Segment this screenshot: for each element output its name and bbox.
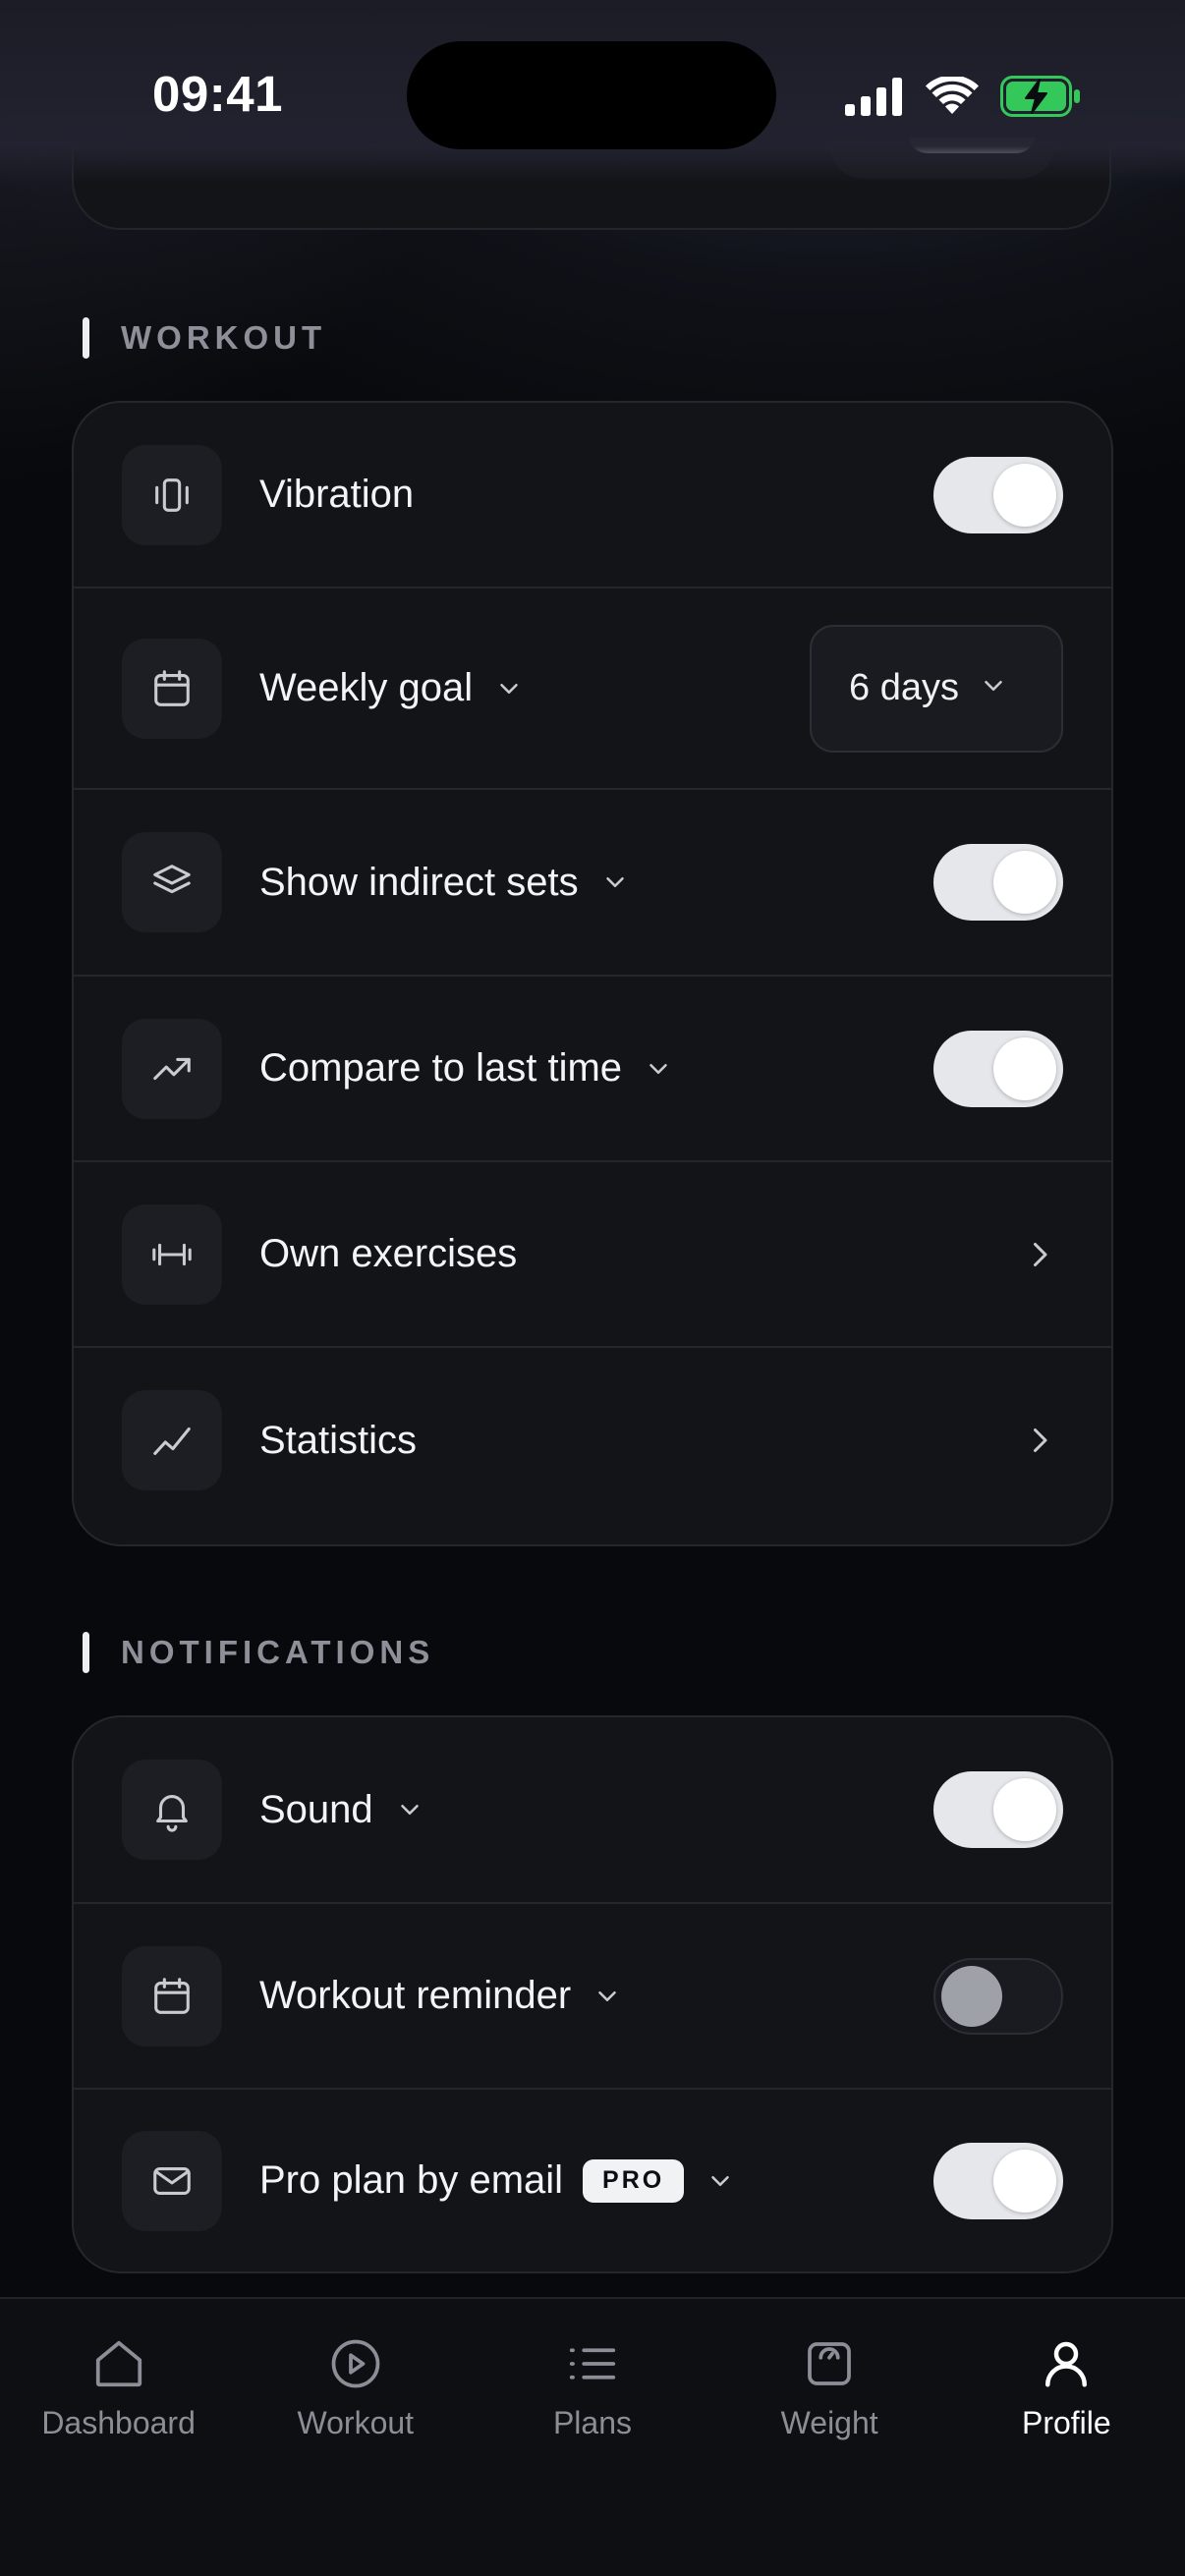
- tab-bar: Dashboard Workout Plans Weight Profile: [0, 2297, 1185, 2576]
- mail-icon: [122, 2130, 222, 2231]
- wifi-icon: [926, 77, 979, 114]
- chevron-down-icon[interactable]: [644, 1054, 673, 1084]
- toggle-knob: [993, 1778, 1056, 1841]
- weekly-goal-value: 6 days: [849, 667, 959, 708]
- chevron-right-icon[interactable]: [1022, 1237, 1057, 1272]
- chevron-down-icon: [979, 671, 1008, 705]
- setting-row-compare-to-last-time[interactable]: Compare to last time: [74, 977, 1111, 1162]
- compare-to-last-time-toggle[interactable]: [933, 1030, 1063, 1107]
- chevron-down-icon[interactable]: [705, 2166, 735, 2196]
- section-title-notifications: NOTIFICATIONS: [121, 1634, 435, 1670]
- vibration-toggle[interactable]: [933, 456, 1063, 533]
- section-title-workout: WORKOUT: [121, 319, 327, 356]
- cellular-signal-icon: [845, 78, 902, 116]
- list-icon: [569, 2348, 616, 2380]
- section-accent-bar: [83, 1632, 89, 1673]
- setting-row-show-indirect-sets[interactable]: Show indirect sets: [74, 790, 1111, 977]
- tab-plans[interactable]: Plans: [474, 2299, 710, 2576]
- status-icons: [845, 73, 1081, 120]
- setting-label: Workout reminder: [259, 1974, 572, 2017]
- line-chart-icon: [122, 1390, 222, 1490]
- section-header-workout: WORKOUT: [83, 316, 326, 360]
- status-bar: 09:41: [0, 0, 1185, 187]
- setting-label: Sound: [259, 1787, 373, 1831]
- tab-profile[interactable]: Profile: [948, 2299, 1185, 2576]
- setting-label: Own exercises: [259, 1232, 518, 1275]
- setting-label: Statistics: [259, 1418, 418, 1462]
- setting-row-pro-plan-by-email[interactable]: Pro plan by email PRO: [74, 2090, 1111, 2271]
- section-header-notifications: NOTIFICATIONS: [83, 1631, 434, 1674]
- pro-badge: PRO: [583, 2158, 685, 2203]
- tab-label: Plans: [552, 2405, 632, 2440]
- tab-label: Workout: [297, 2405, 415, 2440]
- pro-plan-email-toggle[interactable]: [933, 2142, 1063, 2219]
- chevron-down-icon[interactable]: [600, 868, 630, 897]
- tab-dashboard[interactable]: Dashboard: [0, 2299, 237, 2576]
- calendar-icon: [122, 638, 222, 739]
- play-circle-icon: [331, 2339, 380, 2388]
- tab-workout[interactable]: Workout: [237, 2299, 474, 2576]
- setting-label: Vibration: [259, 473, 415, 516]
- sound-toggle[interactable]: [933, 1771, 1063, 1848]
- setting-label: Weekly goal: [259, 666, 474, 709]
- dumbbell-icon: [122, 1204, 222, 1305]
- battery-charging-icon: [1000, 76, 1080, 117]
- tab-label: Dashboard: [41, 2405, 196, 2440]
- workout-settings-card: Vibration Weekly goal 6 days Show indire…: [72, 401, 1113, 1546]
- home-indicator: [417, 2543, 768, 2554]
- calendar-icon: [122, 1945, 222, 2046]
- workout-reminder-toggle[interactable]: [933, 1957, 1063, 2035]
- toggle-knob: [993, 463, 1056, 527]
- user-icon: [1045, 2341, 1088, 2387]
- setting-row-own-exercises[interactable]: Own exercises: [74, 1162, 1111, 1348]
- toggle-knob: [941, 1965, 1002, 2027]
- section-accent-bar: [83, 317, 89, 359]
- setting-row-statistics[interactable]: Statistics: [74, 1348, 1111, 1533]
- tab-label: Weight: [780, 2405, 878, 2440]
- chevron-down-icon[interactable]: [494, 674, 524, 703]
- weekly-goal-select[interactable]: 6 days: [810, 624, 1063, 753]
- tab-weight[interactable]: Weight: [711, 2299, 948, 2576]
- setting-row-vibration[interactable]: Vibration: [74, 403, 1111, 588]
- setting-label: Show indirect sets: [259, 860, 579, 904]
- toggle-knob: [993, 851, 1056, 914]
- vibration-icon: [122, 444, 222, 545]
- scale-icon: [808, 2342, 852, 2385]
- chevron-down-icon[interactable]: [592, 1982, 622, 2011]
- show-indirect-sets-toggle[interactable]: [933, 844, 1063, 921]
- toggle-knob: [993, 1036, 1056, 1100]
- dynamic-island: [407, 41, 776, 149]
- setting-row-sound[interactable]: Sound: [74, 1717, 1111, 1904]
- tab-label: Profile: [1021, 2405, 1111, 2440]
- trending-up-icon: [122, 1018, 222, 1119]
- chevron-right-icon[interactable]: [1022, 1423, 1057, 1458]
- status-time: 09:41: [152, 66, 283, 122]
- setting-label: Pro plan by email: [259, 2158, 564, 2202]
- setting-row-workout-reminder[interactable]: Workout reminder: [74, 1904, 1111, 2090]
- home-icon: [95, 2340, 141, 2387]
- toggle-knob: [993, 2149, 1056, 2212]
- setting-label: Compare to last time: [259, 1046, 623, 1090]
- setting-row-weekly-goal[interactable]: Weekly goal 6 days: [74, 588, 1111, 790]
- layers-icon: [122, 832, 222, 932]
- bell-icon: [122, 1760, 222, 1860]
- notification-settings-card: Sound Workout reminder Pro plan by email…: [72, 1715, 1113, 2273]
- chevron-down-icon[interactable]: [395, 1795, 424, 1824]
